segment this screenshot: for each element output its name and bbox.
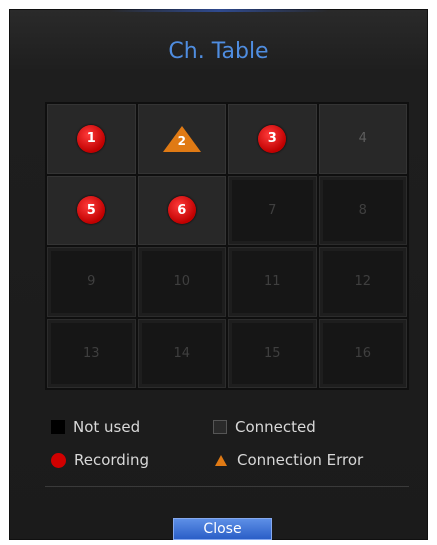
channel-number: 2 [177,133,186,148]
channel-number: 4 [358,131,367,147]
channel-cell-6[interactable]: 6 [137,175,226,245]
legend-not-used-label: Not used [73,418,141,436]
legend-connection-error-label: Connection Error [237,451,364,469]
channel-table-dialog: Ch. Table 1 2 3 4 5 6 7 8 9 10 11 12 13 14 15 16 Not us… [9,9,428,540]
recording-badge-icon: 6 [167,196,196,225]
channel-number: 11 [263,274,281,290]
connected-swatch-icon [213,420,227,434]
channel-cell-16[interactable]: 16 [318,318,407,388]
channel-number: 16 [354,345,372,361]
channel-grid: 1 2 3 4 5 6 7 8 9 10 11 12 13 14 15 16 [45,102,409,390]
channel-cell-15[interactable]: 15 [228,318,317,388]
divider [45,486,409,487]
channel-cell-13[interactable]: 13 [47,318,136,388]
recording-badge-icon: 5 [77,196,106,225]
legend-connected: Connected [213,418,316,436]
channel-number: 9 [87,274,96,290]
legend-recording-label: Recording [74,451,150,469]
recording-dot-icon [51,452,66,468]
channel-number: 13 [82,345,100,361]
close-button[interactable]: Close [173,518,272,540]
warning-triangle-icon [215,454,227,466]
channel-cell-12[interactable]: 12 [318,247,407,317]
channel-cell-4[interactable]: 4 [318,104,407,174]
legend: Not used Connected Recording Connection … [45,416,415,474]
dialog-title: Ch. Table [168,39,269,64]
legend-connected-label: Connected [235,418,316,436]
channel-number: 14 [173,345,191,361]
legend-not-used: Not used [51,418,140,436]
channel-cell-5[interactable]: 5 [47,175,136,245]
channel-cell-3[interactable]: 3 [228,104,317,174]
channel-cell-14[interactable]: 14 [137,318,226,388]
recording-badge-icon: 3 [258,124,287,153]
channel-cell-7[interactable]: 7 [228,175,317,245]
not-used-swatch-icon [51,420,65,434]
channel-number: 12 [354,274,372,290]
channel-cell-1[interactable]: 1 [47,104,136,174]
channel-number: 8 [358,202,367,218]
channel-number: 7 [268,202,277,218]
channel-number: 10 [173,274,191,290]
legend-connection-error: Connection Error [213,451,363,469]
channel-cell-10[interactable]: 10 [137,247,226,317]
title-bar-glow [109,9,329,12]
channel-cell-2[interactable]: 2 [137,104,226,174]
channel-cell-9[interactable]: 9 [47,247,136,317]
recording-badge-icon: 1 [77,124,106,153]
channel-number: 15 [263,345,281,361]
channel-cell-11[interactable]: 11 [228,247,317,317]
channel-cell-8[interactable]: 8 [318,175,407,245]
warning-triangle-icon: 2 [162,125,202,153]
legend-recording: Recording [51,451,149,469]
